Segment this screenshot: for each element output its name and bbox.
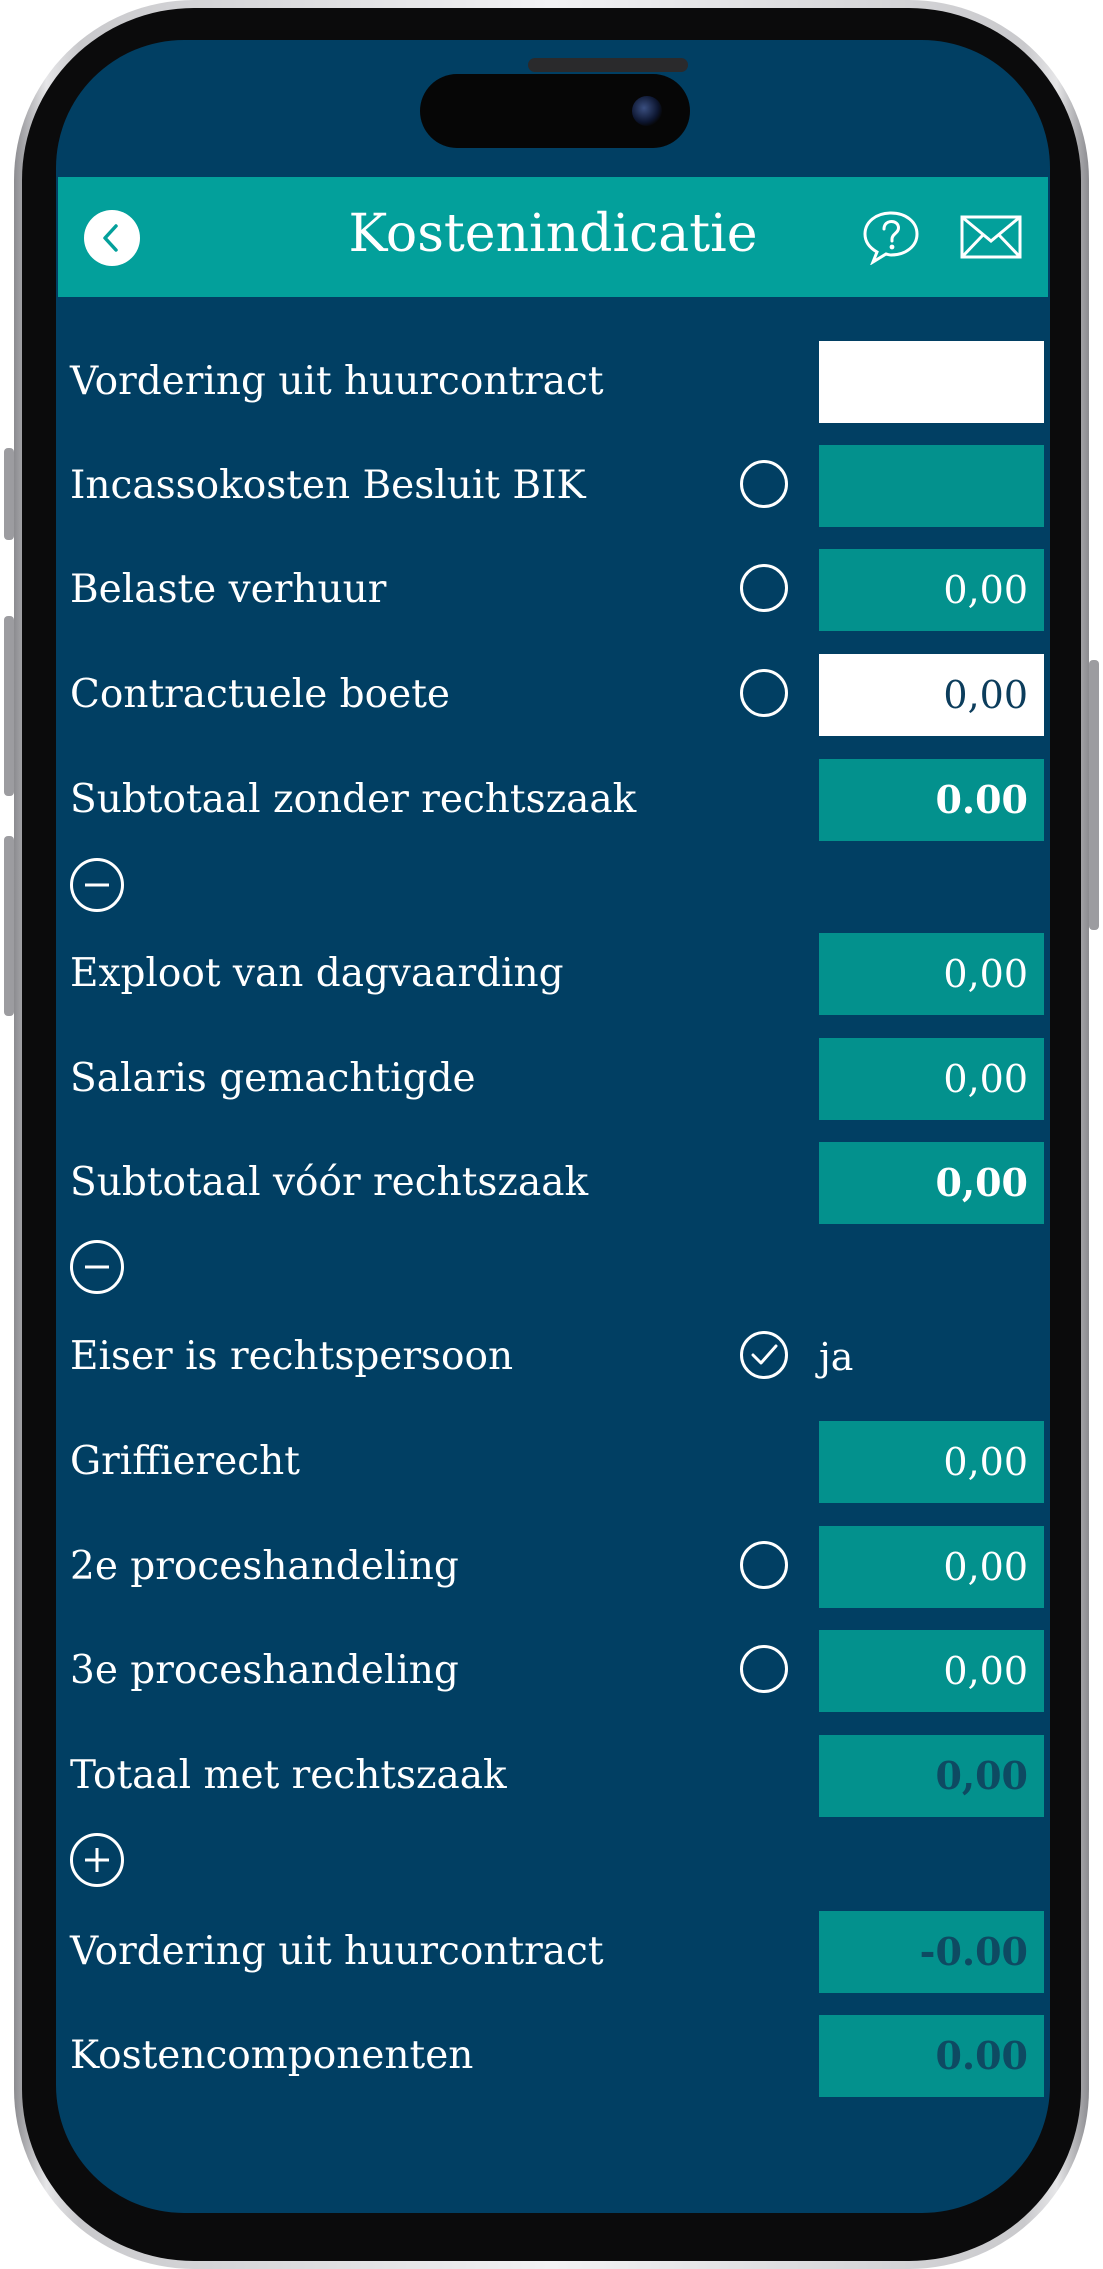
- plus-circle-icon: [85, 1848, 109, 1872]
- expand-section-button[interactable]: [70, 1833, 124, 1887]
- front-camera: [632, 96, 662, 126]
- row-subtotaal-zonder-rechtszaak: Subtotaal zonder rechtszaak 0.00: [56, 759, 1050, 841]
- row-label: Kostencomponenten: [70, 2033, 474, 2078]
- row-exploot-van-dagvaarding: Exploot van dagvaarding 0,00: [56, 933, 1050, 1015]
- row-label: Subtotaal zonder rechtszaak: [70, 777, 637, 822]
- power-button: [1089, 660, 1099, 930]
- row-label: Exploot van dagvaarding: [70, 951, 564, 996]
- value-field: 0,00: [819, 1421, 1044, 1503]
- value-field: 0,00: [819, 1038, 1044, 1120]
- envelope-icon[interactable]: [960, 215, 1022, 259]
- radio-button[interactable]: [740, 669, 788, 717]
- dynamic-island: [420, 74, 690, 148]
- row-vordering-uit-huurcontract: Vordering uit huurcontract: [56, 341, 1050, 423]
- subtotal-field: 0.00: [819, 759, 1044, 841]
- rechtspersoon-answer: ja: [819, 1335, 854, 1379]
- value-field: 0,00: [819, 933, 1044, 1015]
- row-label: 2e proceshandeling: [70, 1544, 459, 1589]
- row-label: Contractuele boete: [70, 672, 450, 717]
- checkmark-icon: [751, 1344, 778, 1365]
- checked-radio-button[interactable]: [740, 1331, 788, 1379]
- row-griffierecht: Griffierecht 0,00: [56, 1421, 1050, 1503]
- radio-button[interactable]: [740, 460, 788, 508]
- radio-button[interactable]: [740, 1645, 788, 1693]
- value-field: 0,00: [819, 1526, 1044, 1608]
- row-eiser-is-rechtspersoon: Eiser is rechtspersoon ja: [56, 1316, 1050, 1398]
- row-salaris-gemachtigde: Salaris gemachtigde 0,00: [56, 1038, 1050, 1120]
- value-field: 0.00: [819, 2015, 1044, 2097]
- row-label: Vordering uit huurcontract: [70, 1929, 604, 1974]
- row-kostencomponenten: Kostencomponenten 0.00: [56, 2015, 1050, 2097]
- volume-up-button: [4, 616, 14, 796]
- row-vordering-uit-huurcontract-summary: Vordering uit huurcontract -0.00: [56, 1911, 1050, 1993]
- app-screen: Kostenindicatie Vordering uit huurcontra…: [56, 40, 1050, 2213]
- row-label: Subtotaal vóór rechtszaak: [70, 1160, 589, 1205]
- radio-button[interactable]: [740, 1541, 788, 1589]
- row-belaste-verhuur: Belaste verhuur 0,00: [56, 549, 1050, 631]
- row-label: Belaste verhuur: [70, 567, 387, 612]
- row-3e-proceshandeling: 3e proceshandeling 0,00: [56, 1630, 1050, 1712]
- earpiece-speaker: [528, 58, 688, 72]
- value-field: 0,00: [819, 1630, 1044, 1712]
- subtotal-field: 0,00: [819, 1142, 1044, 1224]
- row-label: Vordering uit huurcontract: [70, 359, 604, 404]
- row-label: Incassokosten Besluit BIK: [70, 463, 586, 508]
- row-label: Eiser is rechtspersoon: [70, 1334, 514, 1379]
- row-label: Totaal met rechtszaak: [70, 1753, 507, 1798]
- row-label: 3e proceshandeling: [70, 1648, 459, 1693]
- value-field: [819, 445, 1044, 527]
- row-2e-proceshandeling: 2e proceshandeling 0,00: [56, 1526, 1050, 1608]
- row-contractuele-boete: Contractuele boete 0,00: [56, 654, 1050, 736]
- minus-circle-icon: [85, 883, 109, 887]
- volume-down-button: [4, 836, 14, 1016]
- radio-button[interactable]: [740, 564, 788, 612]
- collapse-section-button[interactable]: [70, 858, 124, 912]
- row-incassokosten-bik: Incassokosten Besluit BIK: [56, 445, 1050, 527]
- mute-switch: [4, 448, 14, 540]
- question-bubble-icon[interactable]: [862, 209, 920, 265]
- total-field: 0,00: [819, 1735, 1044, 1817]
- value-field: -0.00: [819, 1911, 1044, 1993]
- row-totaal-met-rechtszaak: Totaal met rechtszaak 0,00: [56, 1735, 1050, 1817]
- vordering-input[interactable]: [819, 341, 1044, 423]
- top-bar: Kostenindicatie: [58, 177, 1048, 297]
- collapse-section-button[interactable]: [70, 1240, 124, 1294]
- minus-circle-icon: [85, 1265, 109, 1269]
- boete-input[interactable]: 0,00: [819, 654, 1044, 736]
- row-subtotaal-voor-rechtszaak: Subtotaal vóór rechtszaak 0,00: [56, 1142, 1050, 1224]
- value-field: 0,00: [819, 549, 1044, 631]
- row-label: Griffierecht: [70, 1439, 300, 1484]
- row-label: Salaris gemachtigde: [70, 1056, 476, 1101]
